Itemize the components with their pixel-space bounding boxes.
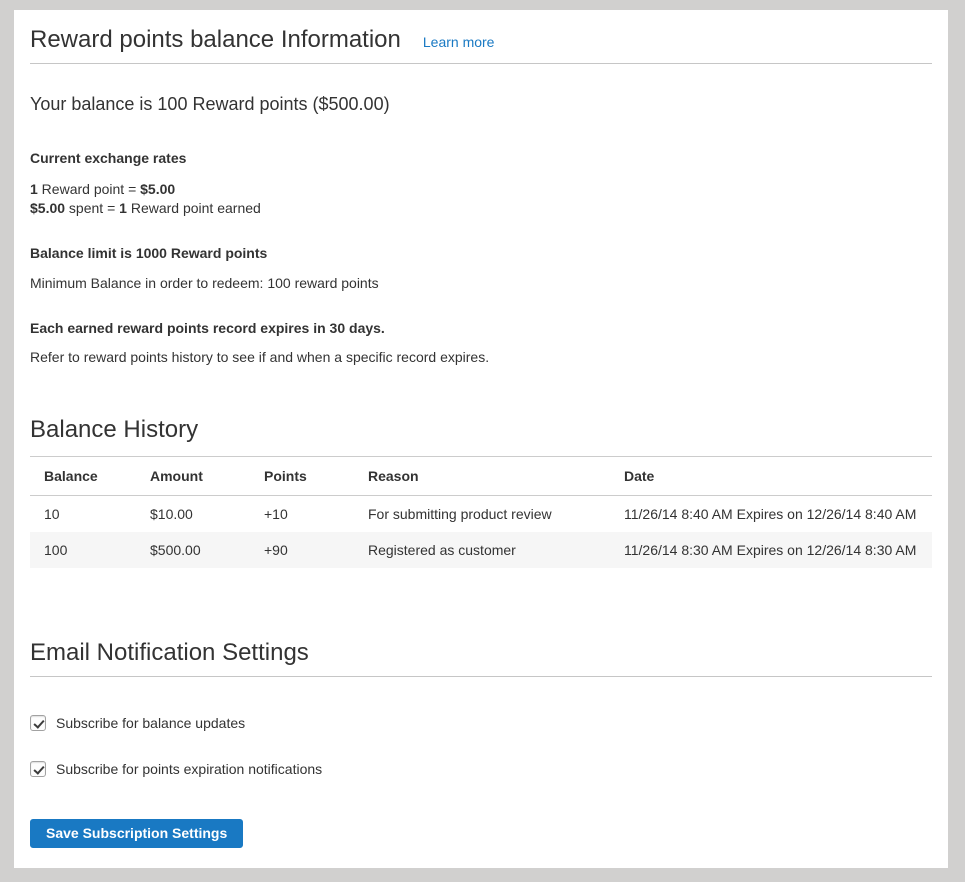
table-row: 100 $500.00 +90 Registered as customer 1… (30, 532, 932, 568)
cell-balance: 10 (30, 496, 136, 533)
rate-line2-bold2: 1 (119, 200, 127, 216)
cell-points: +10 (250, 496, 354, 533)
balance-updates-option: Subscribe for balance updates (30, 715, 932, 731)
balance-summary: Your balance is 100 Reward points ($500.… (30, 94, 932, 114)
email-notification-title: Email Notification Settings (30, 639, 932, 667)
rate-line2-bold1: $5.00 (30, 200, 65, 216)
expiry-heading: Each earned reward points record expires… (30, 320, 932, 336)
table-row: 10 $10.00 +10 For submitting product rev… (30, 496, 932, 533)
section-divider (30, 676, 932, 677)
rate-line1-bold1: 1 (30, 181, 38, 197)
exchange-rates-heading: Current exchange rates (30, 150, 932, 166)
balance-history-table: Balance Amount Points Reason Date 10 $10… (30, 456, 932, 568)
column-header-amount: Amount (136, 457, 250, 496)
page-title: Reward points balance Information (30, 26, 401, 54)
expiry-note: Refer to reward points history to see if… (30, 349, 932, 365)
reward-info-card: Reward points balance Information Learn … (14, 10, 948, 868)
cell-date: 11/26/14 8:40 AM Expires on 12/26/14 8:4… (610, 496, 932, 533)
balance-history-title: Balance History (30, 416, 932, 444)
cell-date: 11/26/14 8:30 AM Expires on 12/26/14 8:3… (610, 532, 932, 568)
rate-line2-text2: Reward point earned (127, 200, 261, 216)
points-expiration-option: Subscribe for points expiration notifica… (30, 761, 932, 777)
cell-reason: For submitting product review (354, 496, 610, 533)
cell-amount: $10.00 (136, 496, 250, 533)
column-header-balance: Balance (30, 457, 136, 496)
cell-balance: 100 (30, 532, 136, 568)
exchange-rate-lines: 1 Reward point = $5.00 $5.00 spent = 1 Re… (30, 180, 932, 218)
cell-amount: $500.00 (136, 532, 250, 568)
column-header-reason: Reason (354, 457, 610, 496)
save-subscription-button[interactable]: Save Subscription Settings (30, 819, 243, 848)
table-header-row: Balance Amount Points Reason Date (30, 457, 932, 496)
rate-line1-text: Reward point = (38, 181, 140, 197)
rate-line1-bold2: $5.00 (140, 181, 175, 197)
learn-more-link[interactable]: Learn more (423, 34, 495, 50)
column-header-points: Points (250, 457, 354, 496)
points-expiration-checkbox[interactable] (30, 761, 46, 777)
minimum-balance-text: Minimum Balance in order to redeem: 100 … (30, 275, 932, 291)
balance-updates-label: Subscribe for balance updates (56, 715, 245, 731)
cell-points: +90 (250, 532, 354, 568)
balance-limit-text: Balance limit is 1000 Reward points (30, 245, 932, 261)
cell-reason: Registered as customer (354, 532, 610, 568)
column-header-date: Date (610, 457, 932, 496)
points-expiration-label: Subscribe for points expiration notifica… (56, 761, 322, 777)
page-header: Reward points balance Information Learn … (30, 26, 932, 64)
rate-line2-text1: spent = (65, 200, 119, 216)
balance-updates-checkbox[interactable] (30, 715, 46, 731)
